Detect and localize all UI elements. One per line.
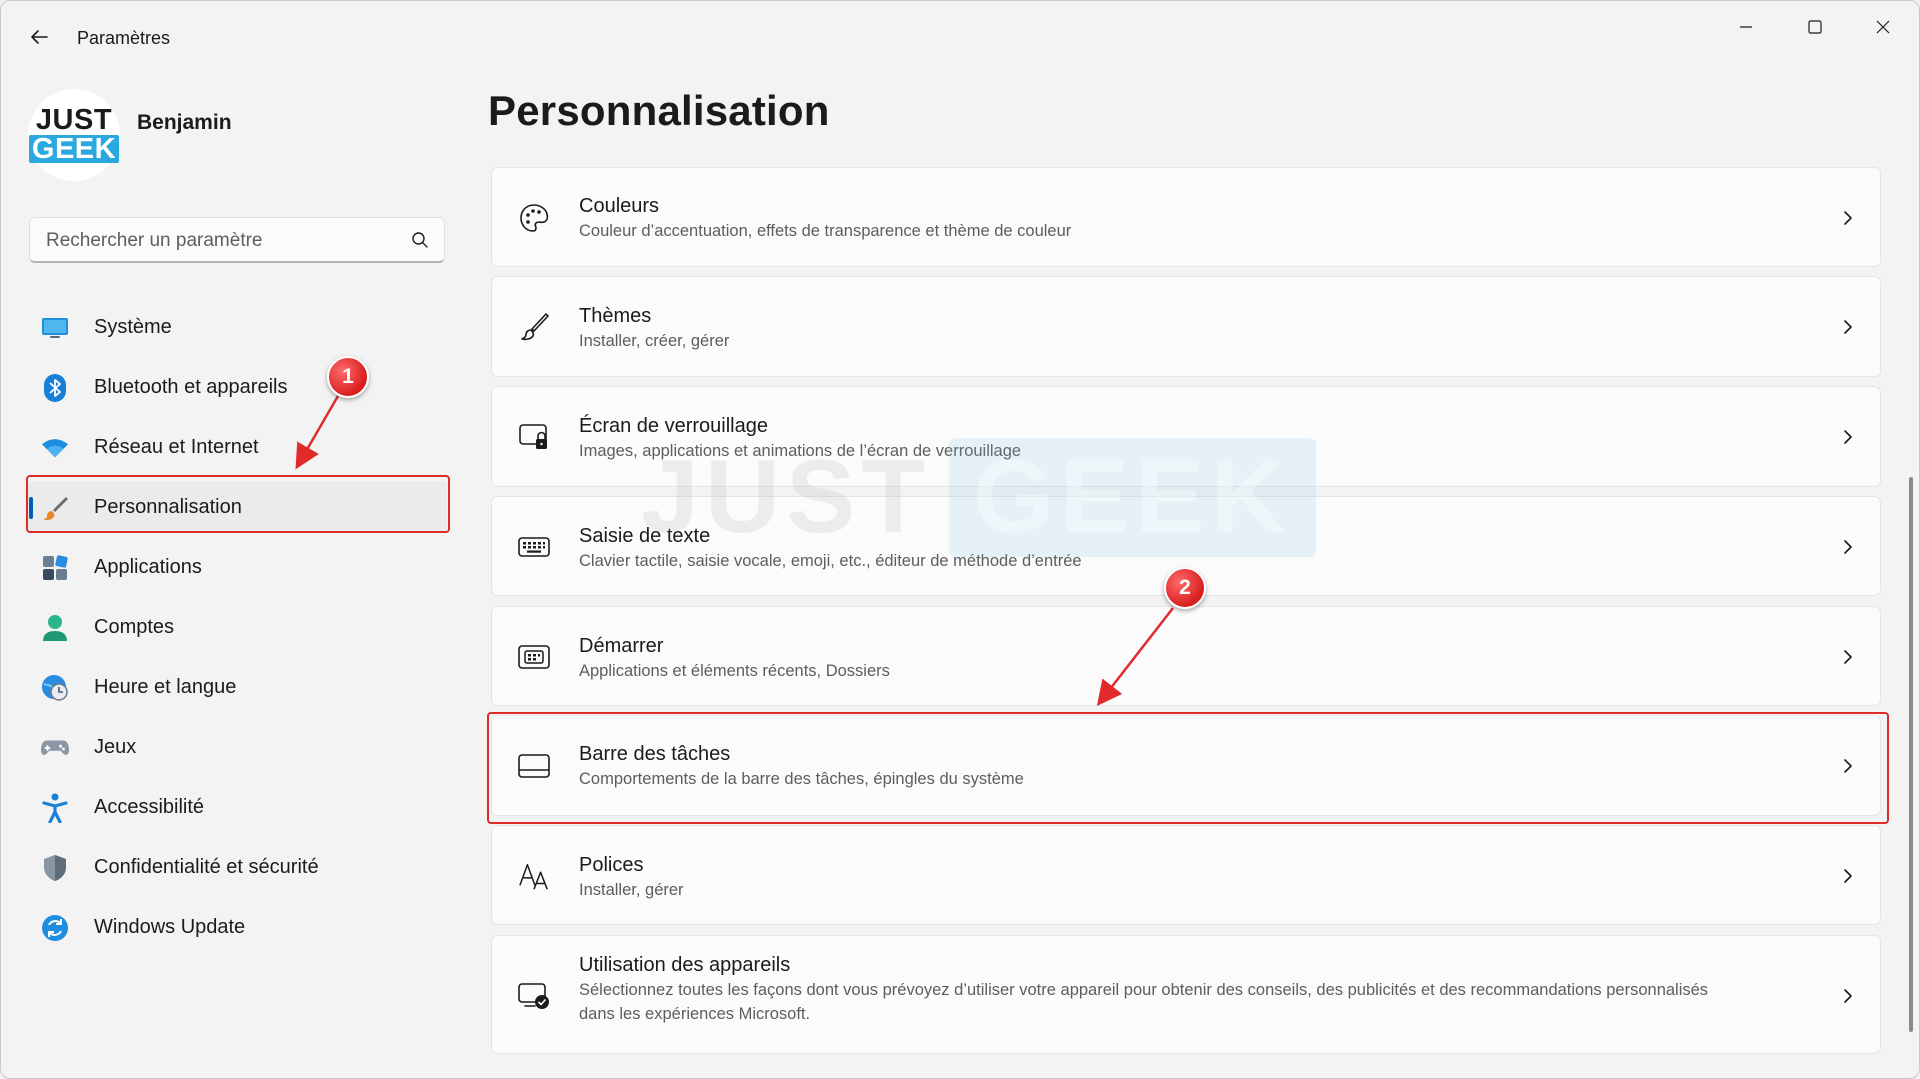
lock-screen-icon — [518, 421, 550, 453]
gamepad-icon — [41, 734, 69, 762]
card-description: Applications et éléments récents, Dossie… — [579, 662, 890, 680]
page-title: Personnalisation — [488, 87, 830, 134]
chevron-right-icon — [1844, 869, 1852, 883]
chevron-right-icon — [1844, 320, 1852, 334]
taskbar-icon — [518, 750, 550, 782]
settings-window: Paramètres JUST GEEK Benjamin Système — [0, 0, 1920, 1079]
card-description: Installer, gérer — [579, 881, 684, 899]
chevron-right-icon — [1844, 989, 1852, 1003]
annotation-badge-2: 2 — [1164, 567, 1206, 609]
person-icon — [41, 614, 69, 642]
sidebar-item-label: Confidentialité et sécurité — [94, 855, 319, 878]
card-demarrer[interactable]: Démarrer Applications et éléments récent… — [491, 606, 1881, 706]
card-description: Sélectionnez toutes les façons dont vous… — [579, 981, 1709, 1023]
bluetooth-icon — [41, 374, 69, 402]
shield-icon — [41, 854, 69, 882]
sidebar-item-label: Personnalisation — [94, 495, 242, 518]
card-title: Saisie de texte — [579, 525, 711, 547]
search-input[interactable] — [44, 218, 408, 264]
card-description: Images, applications et animations de l’… — [579, 442, 1022, 460]
sidebar-item-applications[interactable]: Applications — [27, 541, 447, 593]
maximize-icon — [1808, 20, 1822, 34]
card-polices[interactable]: Polices Installer, gérer — [491, 825, 1881, 925]
logo-text-geek: GEEK — [28, 134, 120, 164]
back-arrow-icon — [31, 30, 48, 44]
chevron-right-icon — [1844, 430, 1852, 444]
sidebar-item-accessibilite[interactable]: Accessibilité — [27, 781, 447, 833]
sidebar-item-bluetooth[interactable]: Bluetooth et appareils — [27, 361, 447, 413]
device-usage-icon — [518, 980, 550, 1012]
sidebar-item-windows-update[interactable]: Windows Update — [27, 901, 447, 953]
chevron-right-icon — [1844, 650, 1852, 664]
sidebar-item-label: Jeux — [94, 735, 137, 758]
globe-clock-icon — [41, 674, 69, 702]
brush-icon — [518, 311, 550, 343]
sidebar-item-systeme[interactable]: Système — [27, 301, 447, 353]
search-box — [29, 217, 445, 264]
avatar[interactable]: JUST GEEK — [28, 89, 120, 181]
update-icon — [41, 914, 69, 942]
sidebar-item-confidentialite[interactable]: Confidentialité et sécurité — [27, 841, 447, 893]
title-bar: Paramètres — [1, 1, 1919, 75]
card-title: Barre des tâches — [579, 743, 731, 765]
card-ecran-verrouillage[interactable]: Écran de verrouillage Images, applicatio… — [491, 386, 1881, 487]
sidebar-item-label: Applications — [94, 555, 202, 578]
card-description: Comportements de la barre des tâches, ép… — [579, 770, 1024, 788]
sidebar-item-label: Réseau et Internet — [94, 435, 259, 458]
card-themes[interactable]: Thèmes Installer, créer, gérer — [491, 276, 1881, 377]
brush-icon — [41, 494, 69, 522]
apps-icon — [41, 554, 69, 582]
annotation-badge-1: 1 — [327, 356, 369, 398]
card-couleurs[interactable]: Couleurs Couleur d’accentuation, effets … — [491, 167, 1881, 267]
sidebar-item-label: Heure et langue — [94, 675, 237, 698]
sidebar-item-label: Système — [94, 315, 172, 338]
sidebar-item-label: Comptes — [94, 615, 175, 638]
card-title: Utilisation des appareils — [579, 954, 791, 976]
sidebar-nav: Système Bluetooth et appareils Réseau et… — [27, 301, 447, 961]
sidebar-item-label: Accessibilité — [94, 795, 205, 818]
card-description: Installer, créer, gérer — [579, 332, 730, 350]
system-icon — [41, 314, 69, 342]
back-button[interactable] — [23, 21, 55, 53]
start-icon — [518, 641, 550, 673]
close-button[interactable] — [1855, 11, 1911, 43]
fonts-icon — [518, 860, 550, 892]
app-title: Paramètres — [77, 28, 171, 48]
minimize-icon — [1740, 26, 1752, 28]
sidebar-item-label: Windows Update — [94, 915, 246, 938]
sidebar-item-comptes[interactable]: Comptes — [27, 601, 447, 653]
close-icon — [1876, 20, 1890, 34]
minimize-button[interactable] — [1718, 11, 1774, 43]
palette-icon — [518, 202, 550, 234]
sidebar-item-jeux[interactable]: Jeux — [27, 721, 447, 773]
card-title: Polices — [579, 854, 644, 876]
sidebar-item-reseau[interactable]: Réseau et Internet — [27, 421, 447, 473]
sidebar-item-label: Bluetooth et appareils — [94, 375, 288, 398]
chevron-right-icon — [1844, 211, 1852, 225]
sidebar-item-heure-langue[interactable]: Heure et langue — [27, 661, 447, 713]
chevron-right-icon — [1844, 759, 1852, 773]
card-description: Clavier tactile, saisie vocale, emoji, e… — [579, 552, 1082, 570]
card-description: Couleur d’accentuation, effets de transp… — [579, 222, 1072, 240]
card-title: Thèmes — [579, 305, 652, 327]
card-title: Couleurs — [579, 195, 660, 217]
chevron-right-icon — [1844, 540, 1852, 554]
card-barre-taches[interactable]: Barre des tâches Comportements de la bar… — [491, 715, 1881, 816]
card-utilisation-appareils[interactable]: Utilisation des appareils Sélectionnez t… — [491, 935, 1881, 1054]
wifi-icon — [41, 434, 69, 462]
accessibility-icon — [41, 793, 69, 823]
maximize-button[interactable] — [1787, 11, 1843, 43]
card-title: Écran de verrouillage — [579, 415, 768, 437]
sidebar-item-personnalisation[interactable]: Personnalisation — [27, 481, 447, 533]
scrollbar-thumb[interactable] — [1909, 477, 1913, 1032]
user-name: Benjamin — [137, 111, 232, 134]
keyboard-icon — [518, 531, 550, 563]
logo-text-just: JUST — [35, 103, 113, 136]
search-icon[interactable] — [410, 230, 430, 250]
card-title: Démarrer — [579, 635, 664, 657]
